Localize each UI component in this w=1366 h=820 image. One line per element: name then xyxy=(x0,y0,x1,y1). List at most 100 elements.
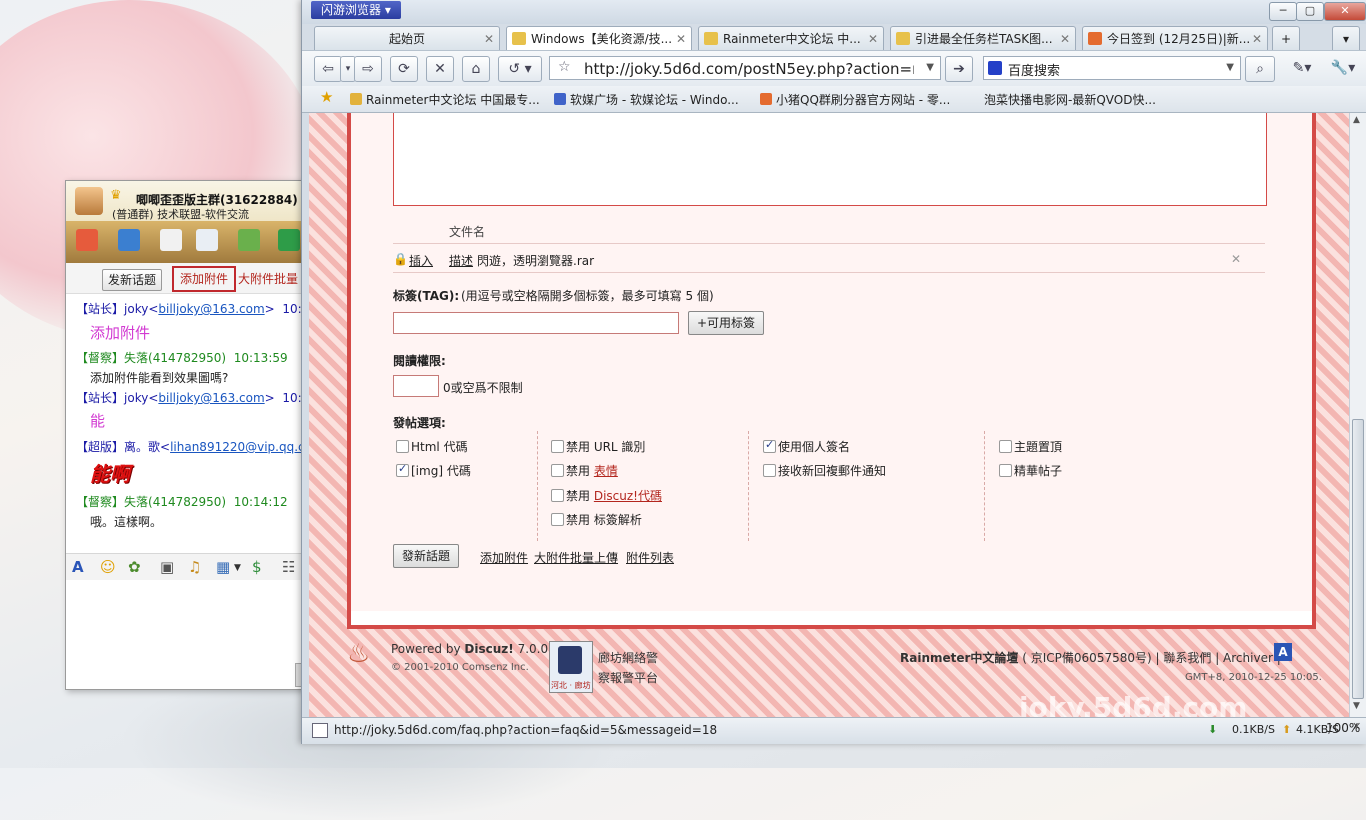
home-icon[interactable] xyxy=(76,229,98,251)
archiver-link[interactable]: Archiver xyxy=(1223,651,1273,665)
img-code-checkbox[interactable] xyxy=(396,462,409,477)
html-code-checkbox[interactable] xyxy=(396,440,409,453)
zoom-level[interactable]: 100% xyxy=(1326,721,1360,735)
member-email-link[interactable]: billjoky@163.com xyxy=(158,391,264,405)
crown-icon: ♛ xyxy=(110,188,122,203)
go-button[interactable]: ➔ xyxy=(945,56,973,82)
scrollbar-thumb[interactable] xyxy=(1352,419,1364,699)
remove-attachment-icon[interactable]: ✕ xyxy=(1231,252,1241,266)
available-tags-button[interactable]: +可用标簽 xyxy=(688,311,765,335)
music-icon[interactable]: ♫ xyxy=(188,558,201,576)
refresh-button[interactable]: ⟳ xyxy=(390,56,418,82)
disable-url-checkbox[interactable] xyxy=(551,440,564,453)
bookmark-item[interactable]: 软媒广场 - 软媒论坛 - Windo... xyxy=(554,91,739,108)
accessibility-icon[interactable]: A xyxy=(1274,643,1292,661)
member-email-link[interactable]: lihan891220@vip.qq.co xyxy=(170,440,311,454)
chevron-down-icon[interactable]: ▼ xyxy=(234,563,241,573)
tab-list-button[interactable]: ▾ xyxy=(1332,26,1360,50)
share-icon[interactable] xyxy=(118,229,140,251)
maximize-button[interactable]: ▢ xyxy=(1296,2,1324,21)
close-button[interactable]: ✕ xyxy=(1324,2,1366,21)
close-icon[interactable]: ✕ xyxy=(676,27,686,50)
favorites-star-icon[interactable]: ★ xyxy=(320,88,333,106)
payment-icon[interactable]: $ xyxy=(252,558,262,576)
tab-rainmeter[interactable]: Rainmeter中文论坛 中... ✕ xyxy=(698,26,884,50)
image-icon[interactable]: ▣ xyxy=(160,558,174,576)
tab-checkin[interactable]: 今日签到 (12月25日)|新... ✕ xyxy=(1082,26,1268,50)
contact-link[interactable]: 聯系我們 xyxy=(1163,651,1211,665)
describe-attachment-link[interactable]: 描述 xyxy=(449,252,473,269)
stop-button[interactable]: ✕ xyxy=(426,56,454,82)
album-icon[interactable] xyxy=(160,229,182,251)
bulk-upload-link[interactable]: 大附件批量上傳 xyxy=(534,549,618,566)
history-button[interactable]: ↺ ▾ xyxy=(498,56,542,82)
bookmark-star-icon[interactable]: ☆ xyxy=(558,59,571,75)
police-badge-icon[interactable]: 河北 · 廊坊 xyxy=(549,641,593,693)
bulk-upload-link[interactable]: 大附件批量 xyxy=(238,269,298,289)
read-permission-input[interactable] xyxy=(393,375,439,397)
tab-label: 今日签到 (12月25日)|新... xyxy=(1107,32,1251,46)
close-icon[interactable]: ✕ xyxy=(868,27,878,50)
tag-input[interactable] xyxy=(393,312,679,334)
post-content-editor[interactable] xyxy=(393,113,1267,206)
disable-discuz-code-checkbox[interactable] xyxy=(551,489,564,502)
insert-attachment-link[interactable]: 插入 xyxy=(409,252,433,269)
smilies-link[interactable]: 表情 xyxy=(594,464,618,478)
more-icon[interactable]: ☷ xyxy=(282,558,295,576)
bookmark-item[interactable]: Rainmeter中文论坛 中国最专... xyxy=(350,91,540,108)
add-attachment-link[interactable]: 添加附件 xyxy=(480,549,528,566)
discuz-link[interactable]: Discuz! xyxy=(464,642,513,656)
chevron-down-icon[interactable]: ▼ xyxy=(926,62,934,73)
tab-bar: 起始页 ✕ Windows【美化资源/技... ✕ Rainmeter中文论坛 中.… xyxy=(302,24,1366,50)
add-attachment-link[interactable]: 添加附件 xyxy=(172,266,237,292)
tools-icon[interactable]: 🔧▾ xyxy=(1327,56,1359,80)
powered-by: Powered by Discuz! 7.0.0 xyxy=(391,642,548,656)
email-notify-checkbox[interactable] xyxy=(763,464,776,477)
police-platform-line2[interactable]: 察報警平台 xyxy=(598,669,658,686)
member-email-link[interactable]: billjoky@163.com xyxy=(158,302,264,316)
tab-taskbar[interactable]: 引进最全任务栏TASK图... ✕ xyxy=(890,26,1076,50)
font-icon[interactable]: A xyxy=(72,558,84,576)
screenshot-icon[interactable]: ▦ xyxy=(216,558,230,576)
message-header: 【站长】joky<billjoky@163.com> 10:13 xyxy=(76,300,311,317)
digest-checkbox[interactable] xyxy=(999,464,1012,477)
search-button[interactable]: ⌕ xyxy=(1245,56,1275,82)
chevron-down-icon[interactable]: ▼ xyxy=(1226,62,1234,73)
emoji-icon[interactable]: ☺ xyxy=(100,558,116,576)
bookmark-item[interactable]: 泡菜快播电影网-最新QVOD快... xyxy=(984,91,1156,108)
discuz-code-link[interactable]: Discuz!代碼 xyxy=(594,489,662,503)
submit-topic-button[interactable]: 發新話題 xyxy=(393,544,460,568)
tab-windows-resources[interactable]: Windows【美化资源/技... ✕ xyxy=(506,26,692,50)
site-name-link[interactable]: Rainmeter中文論壇 xyxy=(900,651,1018,665)
sticky-checkbox[interactable] xyxy=(999,440,1012,453)
forward-button[interactable]: ⇨ xyxy=(354,56,382,82)
attachment-list-link[interactable]: 附件列表 xyxy=(626,549,674,566)
scroll-up-icon[interactable]: ▲ xyxy=(1353,115,1360,125)
page-menu-icon[interactable]: ✎▾ xyxy=(1287,56,1317,80)
back-button[interactable]: ⇦ xyxy=(314,56,342,82)
minimize-button[interactable]: ─ xyxy=(1269,2,1297,21)
bookmark-item[interactable]: 小猪QQ群刷分器官方网站 - 零... xyxy=(760,91,950,108)
app-menu-button[interactable]: 闪游浏览器 ▾ xyxy=(311,1,401,19)
use-signature-checkbox[interactable] xyxy=(763,438,776,453)
search-engine-box[interactable]: 百度搜索 ▼ xyxy=(983,56,1241,80)
message-input[interactable] xyxy=(66,580,311,689)
tab-start-page[interactable]: 起始页 ✕ xyxy=(314,26,500,50)
new-topic-button[interactable]: 发新话题 xyxy=(102,269,163,291)
close-icon[interactable]: ✕ xyxy=(484,27,494,50)
home-button[interactable]: ⌂ xyxy=(462,56,490,82)
new-tab-button[interactable]: + xyxy=(1272,26,1300,50)
scroll-down-icon[interactable]: ▼ xyxy=(1353,701,1360,711)
card-icon[interactable] xyxy=(196,229,218,251)
add-icon[interactable] xyxy=(278,229,300,251)
police-platform-line1[interactable]: 廊坊網絡警 xyxy=(598,649,658,666)
close-icon[interactable]: ✕ xyxy=(1252,27,1262,50)
magic-emoji-icon[interactable]: ✿ xyxy=(128,558,141,576)
vertical-scrollbar[interactable]: ▲ ▼ xyxy=(1349,113,1366,717)
close-icon[interactable]: ✕ xyxy=(1060,27,1070,50)
group-avatar[interactable] xyxy=(75,187,103,215)
app-icon[interactable] xyxy=(238,229,260,251)
disable-tag-parse-checkbox[interactable] xyxy=(551,513,564,526)
disable-smilies-checkbox[interactable] xyxy=(551,464,564,477)
address-bar[interactable]: ☆ http://joky.5d6d.com/postN5ey.php?acti… xyxy=(549,56,941,80)
